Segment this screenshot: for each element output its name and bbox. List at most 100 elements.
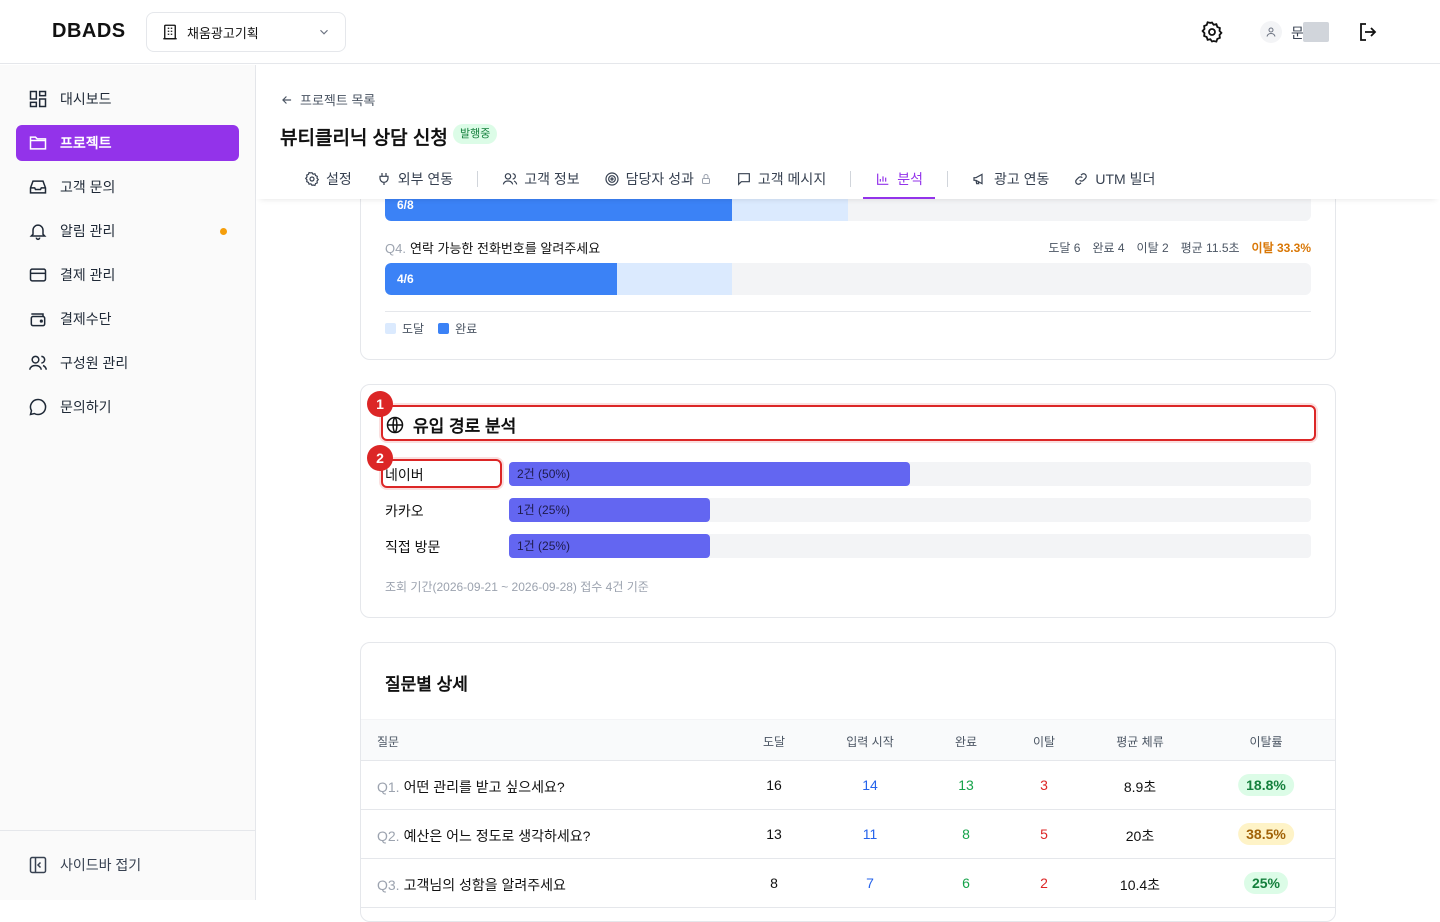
- collapse-sidebar-button[interactable]: 사이드바 접기: [28, 855, 141, 875]
- question-cell: Q2. 예산은 어느 정도로 생각하세요?: [377, 826, 590, 846]
- bell-icon: [29, 224, 47, 241]
- sidebar-item-payment-methods[interactable]: 결제수단: [16, 301, 239, 337]
- section-title: 질문별 상세: [385, 675, 468, 694]
- collapse-label: 사이드바 접기: [60, 857, 142, 873]
- dropout-rate: 이탈 33.3%: [1251, 241, 1311, 255]
- dropout-cell: 5: [1040, 826, 1048, 842]
- dropout-rate-badge: 25%: [1243, 872, 1289, 894]
- column-header: 이탈: [1032, 735, 1056, 749]
- sidebar-item-label: 결제 관리: [60, 267, 116, 283]
- sidebar-item-label: 프로젝트: [60, 135, 112, 151]
- sidebar-item-label: 구성원 관리: [60, 355, 129, 371]
- link-icon: [1075, 173, 1088, 185]
- tab-settings[interactable]: 설정: [292, 165, 364, 193]
- column-header: 도달: [762, 735, 786, 749]
- question-cell: Q1. 어떤 관리를 받고 싶으세요?: [377, 777, 565, 797]
- source-bar-fill: 2건 (50%): [509, 462, 910, 486]
- page-title: 뷰티클리닉 상담 신청: [280, 128, 448, 149]
- chat-bubble-icon: [29, 398, 47, 416]
- highlight-box-title: [381, 405, 1316, 441]
- tab-integrations[interactable]: 외부 연동: [364, 165, 465, 193]
- legend-swatch-reach: [385, 323, 396, 334]
- column-header: 이탈률: [1249, 735, 1283, 749]
- traffic-source-card: 유입 경로 분석 네이버 2건 (50%) 카카오 1건 (25%) 직접 방문…: [360, 384, 1336, 618]
- source-label: 카카오: [385, 503, 424, 519]
- question-cell: Q3. 고객님의 성함을 알려주세요: [377, 875, 566, 895]
- message-icon: [737, 173, 750, 186]
- sidebar-item-inquiries[interactable]: 고객 문의: [16, 169, 239, 205]
- table-row[interactable]: Q3. 고객님의 성함을 알려주세요 8 7 6 2 10.4초 25%: [361, 859, 1335, 908]
- lock-icon: [701, 174, 710, 184]
- start-cell: 11: [862, 826, 878, 842]
- logout-icon[interactable]: [1356, 20, 1380, 44]
- annotation-marker-1: 1: [367, 391, 393, 417]
- user-name-redaction: [1303, 22, 1329, 42]
- megaphone-icon: [973, 173, 983, 185]
- source-bar-fill: 1건 (25%): [509, 498, 710, 522]
- tab-staff-performance[interactable]: 담당자 성과: [592, 165, 724, 193]
- stat-average: 평균 11.5초: [1180, 241, 1240, 255]
- folder-icon: [29, 136, 47, 150]
- funnel-question-q4: Q4. 연락 가능한 전화번호를 알려주세요: [385, 238, 600, 257]
- question-number: Q4.: [385, 241, 406, 256]
- question-number: Q1.: [377, 779, 400, 795]
- dashboard-icon: [29, 90, 47, 108]
- users-icon: [502, 173, 518, 185]
- start-cell: 7: [866, 875, 874, 891]
- target-icon: [605, 172, 619, 186]
- question-text: 고객님의 성함을 알려주세요: [403, 877, 566, 893]
- tab-utm-builder[interactable]: UTM 빌더: [1061, 165, 1167, 193]
- back-to-projects-link[interactable]: 프로젝트 목록: [280, 90, 375, 109]
- sidebar-item-label: 알림 관리: [60, 223, 116, 239]
- table-row[interactable]: Q2. 예산은 어느 정도로 생각하세요? 13 11 8 5 20초 38.5%: [361, 810, 1335, 859]
- workspace-name: 채움광고기획: [187, 25, 259, 41]
- avatar[interactable]: [1260, 21, 1282, 43]
- legend-label: 완료: [455, 322, 478, 336]
- annotation-marker-2: 2: [367, 445, 393, 471]
- sidebar-collapse-icon: [29, 856, 47, 874]
- column-header: 완료: [954, 735, 978, 749]
- table-row[interactable]: Q1. 어떤 관리를 받고 싶으세요? 16 14 13 3 8.9초 18.8%: [361, 761, 1335, 810]
- tab-ad-integration[interactable]: 광고 연동: [960, 165, 1061, 193]
- tab-divider: [946, 171, 948, 187]
- sidebar-item-project[interactable]: 프로젝트: [16, 125, 239, 161]
- tab-label: 설정: [326, 171, 352, 187]
- gear-icon[interactable]: [1200, 20, 1224, 44]
- sidebar-item-contact[interactable]: 문의하기: [16, 389, 239, 425]
- workspace-selector[interactable]: 채움광고기획: [146, 12, 346, 52]
- tab-label: 담당자 성과: [625, 171, 694, 187]
- column-header: 질문: [377, 735, 400, 749]
- back-label: 프로젝트 목록: [300, 93, 376, 108]
- stat-dropout: 이탈 2: [1136, 241, 1169, 255]
- credit-card-icon: [29, 268, 47, 282]
- start-cell: 14: [862, 777, 878, 793]
- highlight-box-naver: [381, 459, 502, 488]
- source-bar-track: 1건 (25%): [509, 534, 1311, 558]
- notification-dot: [220, 228, 227, 235]
- reach-cell: 16: [766, 777, 782, 793]
- sidebar-item-members[interactable]: 구성원 관리: [16, 345, 239, 381]
- question-number: Q2.: [377, 828, 400, 844]
- tab-customer-messages[interactable]: 고객 메시지: [724, 165, 838, 193]
- gear-icon: [304, 171, 320, 187]
- sidebar-item-notifications[interactable]: 알림 관리: [16, 213, 239, 249]
- reach-cell: 13: [766, 826, 782, 842]
- tab-label: UTM 빌더: [1095, 171, 1156, 187]
- reach-cell: 8: [770, 875, 778, 891]
- tab-customer-info[interactable]: 고객 정보: [490, 165, 591, 193]
- question-number: Q3.: [377, 877, 400, 893]
- project-tabs: 설정 외부 연동 고객 정보 담당자 성과 고객 메시지 분석 광고 연동 UT…: [292, 165, 1167, 199]
- stat-complete: 완료 4: [1092, 241, 1125, 255]
- table-header: 질문 도달 입력 시작 완료 이탈 평균 체류 이탈률: [361, 719, 1335, 761]
- sidebar-item-label: 고객 문의: [60, 179, 116, 195]
- project-header: 프로젝트 목록 뷰티클리닉 상담 신청 발행중 설정 외부 연동 고객 정보 담…: [256, 65, 1440, 199]
- sidebar-item-dashboard[interactable]: 대시보드: [16, 81, 239, 117]
- question-text: 연락 가능한 전화번호를 알려주세요: [409, 241, 601, 256]
- source-bar-fill: 1건 (25%): [509, 534, 710, 558]
- app-logo[interactable]: DBADS: [52, 20, 126, 43]
- funnel-done-bar: 4/6: [385, 263, 617, 295]
- sidebar-item-billing[interactable]: 결제 관리: [16, 257, 239, 293]
- legend-label: 도달: [402, 322, 425, 336]
- legend-swatch-complete: [438, 323, 450, 334]
- tab-analytics[interactable]: 분석: [863, 165, 935, 199]
